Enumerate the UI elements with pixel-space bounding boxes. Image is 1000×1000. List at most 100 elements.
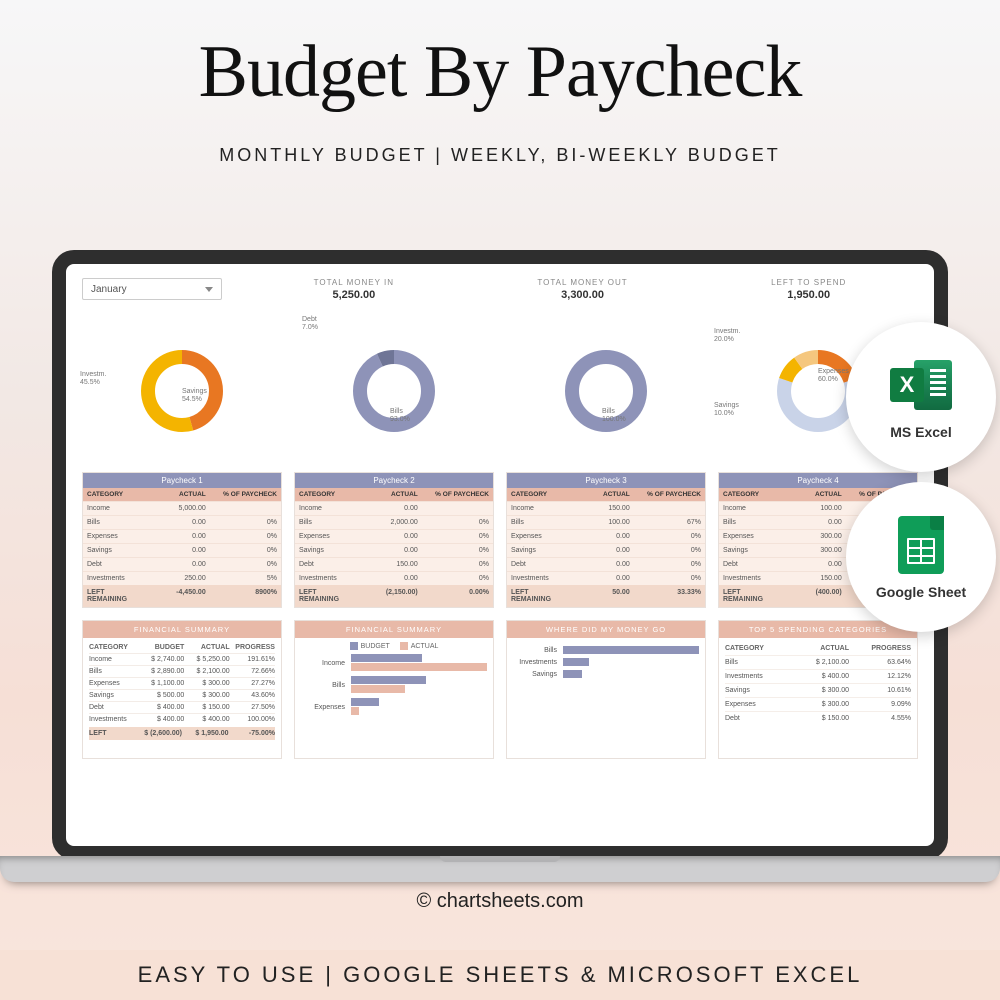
- kpi-label: TOTAL MONEY OUT: [537, 278, 627, 287]
- legend-text: ACTUAL: [411, 643, 439, 650]
- bar-value: [563, 646, 699, 654]
- gsheet-icon: [890, 514, 952, 576]
- where-money-go-panel: WHERE DID MY MONEY GO Bills Investments …: [506, 620, 706, 759]
- bar-budget: [351, 676, 426, 684]
- bar-label: Income: [301, 660, 345, 667]
- badge-caption: Google Sheet: [876, 584, 966, 600]
- table-row: Debt0.000%: [83, 557, 281, 571]
- donut-label: Savings10.0%: [714, 402, 739, 417]
- table-header: CATEGORYACTUAL% OF PAYCHECK: [83, 488, 281, 501]
- table-row: Bills$ 2,890.00$ 2,100.0072.66%: [89, 665, 275, 677]
- bar-budget: [351, 654, 422, 662]
- table-row: Expenses0.000%: [83, 529, 281, 543]
- bar-budget: [351, 698, 379, 706]
- table-footer: LEFT REMAINING(2,150.00)0.00%: [295, 585, 493, 607]
- table-row: Investments0.000%: [507, 571, 705, 585]
- bar-label: Investments: [513, 659, 557, 666]
- panel-title: WHERE DID MY MONEY GO: [507, 621, 705, 638]
- financial-summary-table-panel: FINANCIAL SUMMARY CATEGORYBUDGETACTUALPR…: [82, 620, 282, 759]
- paycheck-title: Paycheck 2: [295, 473, 493, 488]
- table-row: Expenses0.000%: [295, 529, 493, 543]
- kpi-money-out: TOTAL MONEY OUT 3,300.00: [537, 278, 627, 301]
- paycheck-title: Paycheck 3: [507, 473, 705, 488]
- donut-charts-row: Investm.45.5% Savings54.5% Debt7.0%Bills93…: [82, 316, 918, 466]
- table-header: CATEGORYBUDGETACTUALPROGRESS: [89, 642, 275, 653]
- footer-band: EASY TO USE | GOOGLE SHEETS & MICROSOFT …: [0, 950, 1000, 1000]
- donut-label: Expenses60.0%: [818, 368, 849, 383]
- kpi-label: LEFT TO SPEND: [771, 278, 846, 287]
- kpi-value: 5,250.00: [314, 289, 394, 301]
- bar-actual: [351, 663, 487, 671]
- copyright-text: © chartsheets.com: [0, 890, 1000, 913]
- laptop-bezel: January TOTAL MONEY IN 5,250.00 TOTAL MO…: [52, 250, 948, 860]
- paycheck-card: Paycheck 3CATEGORYACTUAL% OF PAYCHECKInc…: [506, 472, 706, 608]
- table-row: Investments$ 400.00$ 400.00100.00%: [89, 713, 275, 725]
- paycheck-card: Paycheck 2CATEGORYACTUAL% OF PAYCHECKInc…: [294, 472, 494, 608]
- budget-vs-actual-bars: Income Bills Expenses: [301, 654, 487, 716]
- legend-item: ACTUAL: [400, 642, 439, 650]
- table-row: Expenses$ 1,100.00$ 300.0027.27%: [89, 677, 275, 689]
- legend-item: BUDGET: [350, 642, 390, 650]
- kpi-value: 3,300.00: [537, 289, 627, 301]
- table-row: Debt$ 400.00$ 150.0027.50%: [89, 701, 275, 713]
- table-row: Bills2,000.000%: [295, 515, 493, 529]
- bar-label: Bills: [513, 647, 557, 654]
- fs-table: CATEGORYBUDGETACTUALPROGRESSIncome$ 2,74…: [83, 638, 281, 758]
- table-row: Expenses0.000%: [507, 529, 705, 543]
- table-row: Savings0.000%: [83, 543, 281, 557]
- kpi-label: TOTAL MONEY IN: [314, 278, 394, 287]
- donut-label: Savings54.5%: [182, 388, 207, 403]
- month-dropdown-value: January: [91, 284, 127, 295]
- table-footer: LEFT REMAINING-4,450.008900%: [83, 585, 281, 607]
- chart-bar-row: Bills: [513, 646, 699, 654]
- paycheck-card: Paycheck 1CATEGORYACTUAL% OF PAYCHECKInc…: [82, 472, 282, 608]
- panel-title: FINANCIAL SUMMARY: [295, 621, 493, 638]
- chevron-down-icon: [205, 287, 213, 292]
- dashboard-screen: January TOTAL MONEY IN 5,250.00 TOTAL MO…: [72, 270, 928, 840]
- top-spending-table: CATEGORYACTUALPROGRESSBills$ 2,100.0063.…: [719, 638, 917, 758]
- table-footer: LEFT$ (2,600.00)$ 1,950.00-75.00%: [89, 727, 275, 740]
- month-dropdown[interactable]: January: [82, 278, 222, 300]
- table-row: Savings0.000%: [295, 543, 493, 557]
- chart-bar-row: Expenses: [301, 698, 487, 716]
- donut-cell: Investm.45.5% Savings54.5%: [82, 316, 282, 466]
- paycheck-tables-row: Paycheck 1CATEGORYACTUAL% OF PAYCHECKInc…: [82, 472, 918, 608]
- table-row: Savings$ 500.00$ 300.0043.60%: [89, 689, 275, 701]
- donut-label: Debt7.0%: [302, 316, 318, 331]
- page-title: Budget By Paycheck: [0, 30, 1000, 115]
- laptop-mockup: January TOTAL MONEY IN 5,250.00 TOTAL MO…: [52, 250, 948, 860]
- table-row: Debt$ 150.004.55%: [725, 711, 911, 725]
- bar-value: [563, 658, 589, 666]
- table-row: Bills0.000%: [83, 515, 281, 529]
- table-row: Bills$ 2,100.0063.64%: [725, 655, 911, 669]
- laptop-base: [0, 856, 1000, 882]
- table-row: Expenses$ 300.009.09%: [725, 697, 911, 711]
- table-row: Debt150.000%: [295, 557, 493, 571]
- table-header: CATEGORYACTUAL% OF PAYCHECK: [507, 488, 705, 501]
- top-spending-panel: TOP 5 SPENDING CATEGORIES CATEGORYACTUAL…: [718, 620, 918, 759]
- badge-caption: MS Excel: [890, 424, 951, 440]
- bar-label: Expenses: [301, 704, 345, 711]
- table-row: Investments$ 400.0012.12%: [725, 669, 911, 683]
- kpi-left: LEFT TO SPEND 1,950.00: [771, 278, 846, 301]
- budget-vs-actual-panel: FINANCIAL SUMMARY BUDGET ACTUAL Income B…: [294, 620, 494, 759]
- legend-text: BUDGET: [361, 643, 390, 650]
- table-row: Investments0.000%: [295, 571, 493, 585]
- table-row: Debt0.000%: [507, 557, 705, 571]
- panel-body: BUDGET ACTUAL Income Bills: [295, 638, 493, 758]
- money-go-bars: Bills Investments Savings: [513, 646, 699, 678]
- legend-swatch-icon: [400, 642, 408, 650]
- legend: BUDGET ACTUAL: [301, 642, 487, 650]
- table-row: Income$ 2,740.00$ 5,250.00191.61%: [89, 653, 275, 665]
- bar-actual: [351, 685, 405, 693]
- donut-label: Investm.20.0%: [714, 328, 740, 343]
- bar-label: Savings: [513, 671, 557, 678]
- bar-value: [563, 670, 582, 678]
- chart-bar-row: Investments: [513, 658, 699, 666]
- donut-cell: Debt7.0%Bills93.0%: [294, 316, 494, 466]
- bar-actual: [351, 707, 359, 715]
- app-badges: X MS Excel Google Sheet: [846, 322, 996, 632]
- paycheck-title: Paycheck 1: [83, 473, 281, 488]
- kpi-money-in: TOTAL MONEY IN 5,250.00: [314, 278, 394, 301]
- donut-label: Investm.45.5%: [80, 371, 106, 386]
